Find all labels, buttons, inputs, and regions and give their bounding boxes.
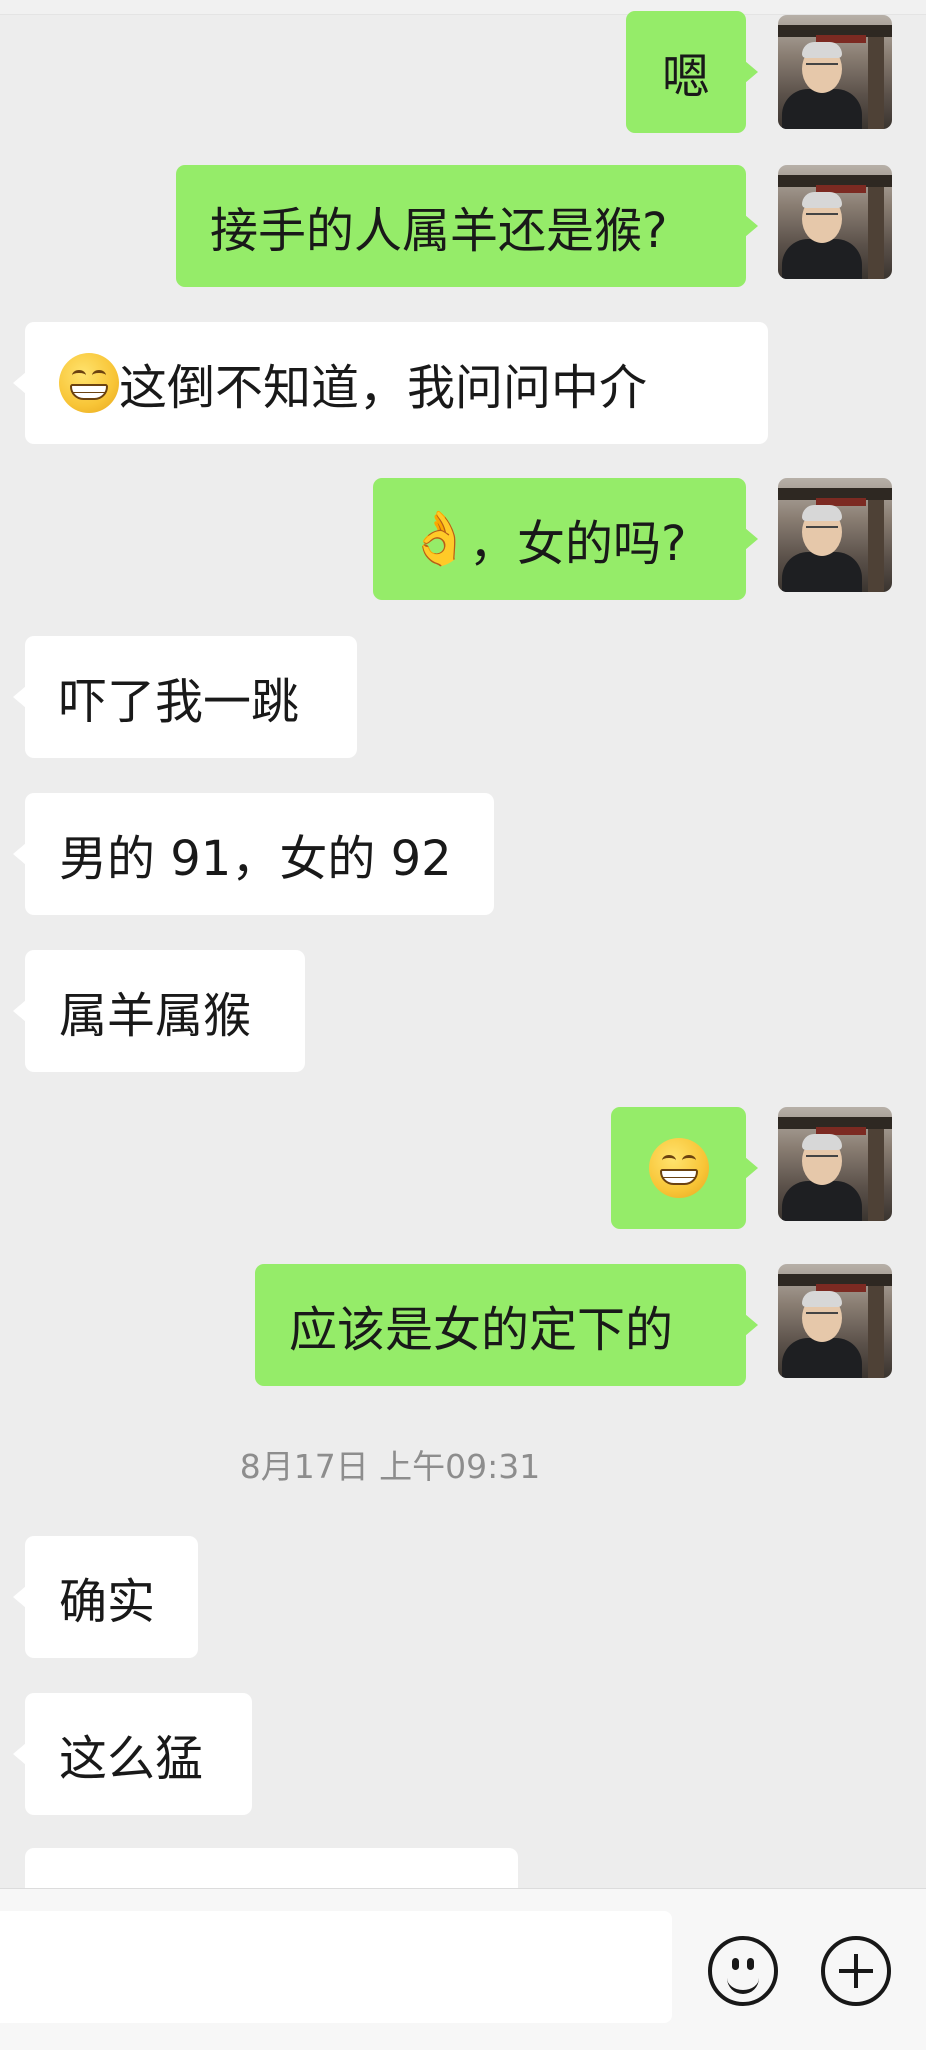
incoming-message-bubble-partial[interactable] [25, 1848, 518, 1888]
avatar[interactable] [778, 15, 892, 129]
incoming-message-bubble[interactable]: 男的 91，女的 92 [13, 793, 494, 915]
message-text: 嗯 [661, 49, 710, 105]
message-text: 确实 [59, 1574, 156, 1630]
avatar[interactable] [778, 1264, 892, 1378]
timestamp: 8月17日 上午09:31 [239, 1447, 541, 1486]
incoming-message-bubble[interactable]: 这么猛 [13, 1693, 252, 1815]
message-text: 属羊属猴 [59, 988, 252, 1044]
outgoing-message-bubble[interactable]: 应该是女的定下的 [255, 1264, 758, 1386]
smiley-icon[interactable] [708, 1936, 778, 2006]
avatar[interactable] [778, 165, 892, 279]
incoming-message-bubble[interactable]: 吓了我一跳 [13, 636, 357, 758]
outgoing-message-bubble[interactable]: 嗯 [626, 11, 758, 133]
message-text: ，女的吗? [469, 516, 687, 572]
avatar[interactable] [778, 478, 892, 592]
incoming-message-bubble[interactable]: 属羊属猴 [13, 950, 305, 1072]
message-text: 应该是女的定下的 [289, 1302, 674, 1358]
message-text: 这倒不知道，我问问中介 [119, 360, 648, 416]
grin-emoji-icon [59, 353, 119, 413]
outgoing-message-bubble[interactable]: 接手的人属羊还是猴? [176, 165, 758, 287]
incoming-message-bubble[interactable]: 这倒不知道，我问问中介 [13, 322, 768, 444]
input-bar [0, 1888, 926, 2050]
message-text: 吓了我一跳 [59, 674, 300, 730]
outgoing-message-bubble[interactable]: 👌 ，女的吗? [373, 478, 758, 600]
grin-emoji-icon [648, 1138, 709, 1198]
message-text: 接手的人属羊还是猴? [210, 203, 668, 259]
avatar[interactable] [778, 1107, 892, 1221]
message-input[interactable] [0, 1911, 672, 2023]
plus-circle-icon[interactable] [821, 1936, 891, 2006]
incoming-message-bubble[interactable]: 确实 [13, 1536, 198, 1658]
outgoing-message-bubble[interactable] [611, 1107, 758, 1229]
message-text: 这么猛 [59, 1731, 204, 1787]
ok-hand-emoji-icon: 👌 [407, 509, 472, 569]
top-divider [0, 0, 926, 15]
message-text: 男的 91，女的 92 [59, 831, 452, 887]
chat-area[interactable]: 嗯 接手的人属羊还是猴? 这倒不知道，我问问中介 👌 ，女的吗? 吓了我一跳 男… [0, 0, 926, 1888]
